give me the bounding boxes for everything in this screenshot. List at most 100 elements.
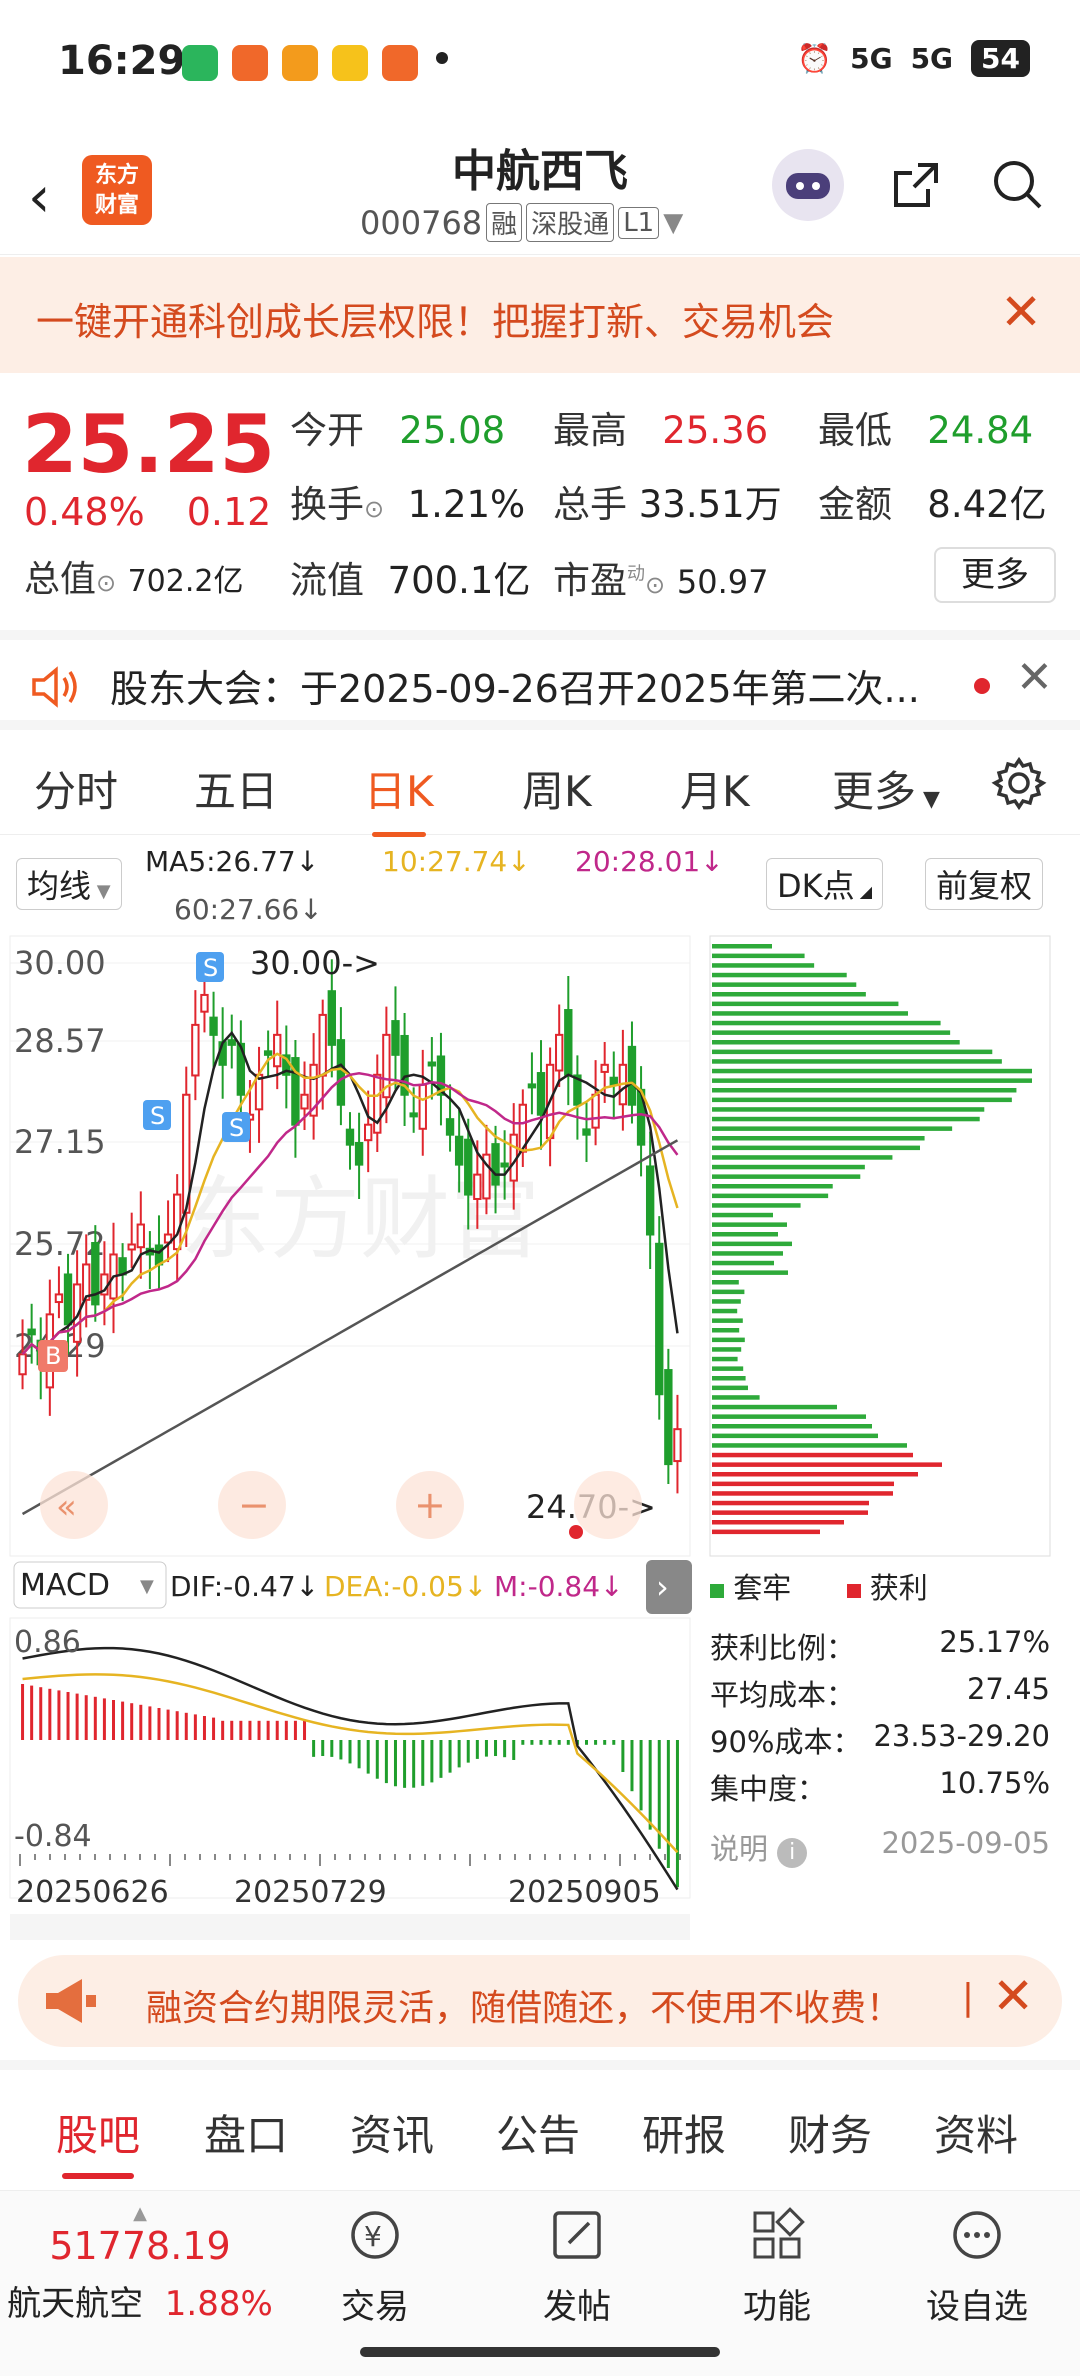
chip-bar [712, 1049, 993, 1055]
candle-body [227, 1039, 236, 1046]
ma-type-select[interactable]: 均线 ▼ [16, 858, 122, 910]
candle-body [54, 1293, 64, 1304]
more-button[interactable]: 更多 [934, 547, 1056, 603]
chip-stat-row: 平均成本： 27.45 [710, 1672, 1050, 1712]
chip-bar [712, 1174, 861, 1179]
current-price: 25.25 [22, 398, 276, 491]
tab-announcements[interactable]: 公告 [496, 2102, 580, 2163]
index-widget[interactable]: ▲ 51778.19 航天航空 1.88% [0, 2203, 280, 2325]
close-icon[interactable]: ✕ [1016, 652, 1053, 703]
ma60-label: 60:27.66↓ [174, 893, 323, 926]
promo-banner[interactable]: 一键开通科创成长层权限！把握打新、交易机会 ✕ [0, 257, 1080, 373]
tab-daily-k[interactable]: 日K [364, 758, 434, 837]
candle-body [18, 1353, 27, 1376]
candle-body [464, 1138, 473, 1196]
search-icon[interactable] [986, 153, 1050, 217]
tab-news[interactable]: 资讯 [350, 2102, 434, 2163]
tab-research[interactable]: 研报 [642, 2102, 726, 2163]
app-icon [382, 45, 418, 81]
candle-body [345, 1128, 355, 1146]
x-date-start: 20250626 [16, 1875, 169, 1910]
tab-profile[interactable]: 资料 [934, 2102, 1018, 2163]
tab-five-day[interactable]: 五日 [194, 758, 278, 819]
tab-weekly-k[interactable]: 周K [522, 758, 592, 819]
home-indicator[interactable] [360, 2347, 720, 2357]
trapped-swatch [710, 1584, 724, 1598]
last-point-marker [569, 1525, 583, 1539]
margin-promo-bar[interactable]: 融资合约期限灵活，随借随还，不使用不收费！ | ✕ [18, 1955, 1062, 2047]
close-icon[interactable]: ✕ [992, 1967, 1034, 2025]
tab-intraday[interactable]: 分时 [34, 758, 118, 819]
notice-bar[interactable]: 股东大会：于2025-09-26召开2025年第二次... ✕ [0, 630, 1080, 730]
chip-bar [712, 1433, 878, 1439]
candle-body [555, 1033, 564, 1072]
nav-post[interactable]: 发帖 [512, 2205, 642, 2328]
stock-subtitle[interactable]: 000768 融 深股通 L1 ▼ [360, 203, 683, 242]
status-time: 16:29 [58, 38, 186, 84]
chip-bar [712, 1164, 865, 1170]
chip-note-row[interactable]: 说明 i 2025-09-05 [710, 1826, 1050, 1868]
chip-bar [712, 1030, 951, 1035]
megaphone-icon [46, 1979, 96, 2023]
volume-cell: 总手 33.51万 [553, 483, 782, 526]
chip-bar [712, 1481, 894, 1487]
gear-icon[interactable] [990, 754, 1048, 812]
chip-bar [712, 1472, 918, 1477]
share-icon[interactable] [884, 153, 948, 217]
candle-body [445, 1118, 455, 1136]
candle-body [500, 1162, 509, 1168]
tab-pankou[interactable]: 盘口 [204, 2102, 288, 2163]
candle-body [527, 1083, 537, 1089]
nav-add-watchlist[interactable]: 设自选 [912, 2205, 1042, 2328]
chip-bar [712, 1529, 820, 1535]
tab-guba[interactable]: 股吧 [56, 2102, 140, 2179]
candle-body [136, 1223, 145, 1249]
candle-body [645, 1165, 655, 1236]
candle-body [582, 1128, 591, 1136]
candle-body [409, 1112, 418, 1118]
chip-bar [712, 1155, 893, 1160]
chip-bar [712, 1145, 920, 1151]
chip-bar [712, 1116, 980, 1122]
close-icon[interactable]: ✕ [1000, 283, 1042, 341]
nav-functions[interactable]: 功能 [712, 2205, 842, 2328]
pe-cell[interactable]: 市盈动⊙ 50.97 [553, 550, 768, 604]
index-value: 51778.19 [49, 2224, 231, 2268]
tab-more[interactable]: 更多 ▼ [832, 758, 940, 819]
candle-body [27, 1328, 36, 1336]
edit-icon [553, 2211, 601, 2259]
chip-bar [712, 1222, 787, 1227]
ma20-label: 20:28.01↓ [575, 845, 724, 878]
candle-body [273, 1033, 282, 1068]
y-tick-label: 30.00 [14, 944, 106, 982]
chip-bar [712, 1308, 738, 1314]
more-dot-icon [436, 52, 448, 64]
high-annotation: 30.00-> [250, 944, 380, 982]
level-tag: L1 [618, 206, 660, 239]
mcap-cell[interactable]: 总值⊙ 702.2亿 [24, 550, 243, 602]
profit-swatch [846, 1584, 861, 1598]
chip-bar [712, 1356, 738, 1362]
chip-bar [712, 1299, 741, 1304]
turnover-cell[interactable]: 换手⊙ 1.21% [290, 474, 525, 528]
x-date-mid: 20250729 [234, 1875, 387, 1910]
candle-body [63, 1273, 73, 1326]
candle-body [391, 1020, 400, 1056]
dk-point-select[interactable]: DK点 ◢ [766, 858, 884, 910]
info-icon: ⊙ [364, 495, 385, 523]
tab-monthly-k[interactable]: 月K [680, 758, 750, 819]
nav-trade[interactable]: ¥ 交易 [310, 2205, 440, 2328]
tab-finance[interactable]: 财务 [788, 2102, 872, 2163]
chip-bar [712, 1318, 743, 1323]
chip-bar [712, 1520, 844, 1525]
signal-icon: 5G [850, 42, 893, 75]
chip-bar [712, 1414, 866, 1419]
candle-body [209, 1016, 218, 1036]
adjust-select[interactable]: 前复权 [925, 858, 1044, 910]
candle-body [564, 1009, 573, 1076]
chip-bar [712, 1260, 774, 1266]
period-tabs: 分时 五日 日K 周K 月K 更多 ▼ [0, 740, 1080, 837]
assistant-avatar[interactable] [772, 149, 844, 221]
chip-bar [712, 1462, 942, 1467]
candle-body [318, 1013, 327, 1077]
